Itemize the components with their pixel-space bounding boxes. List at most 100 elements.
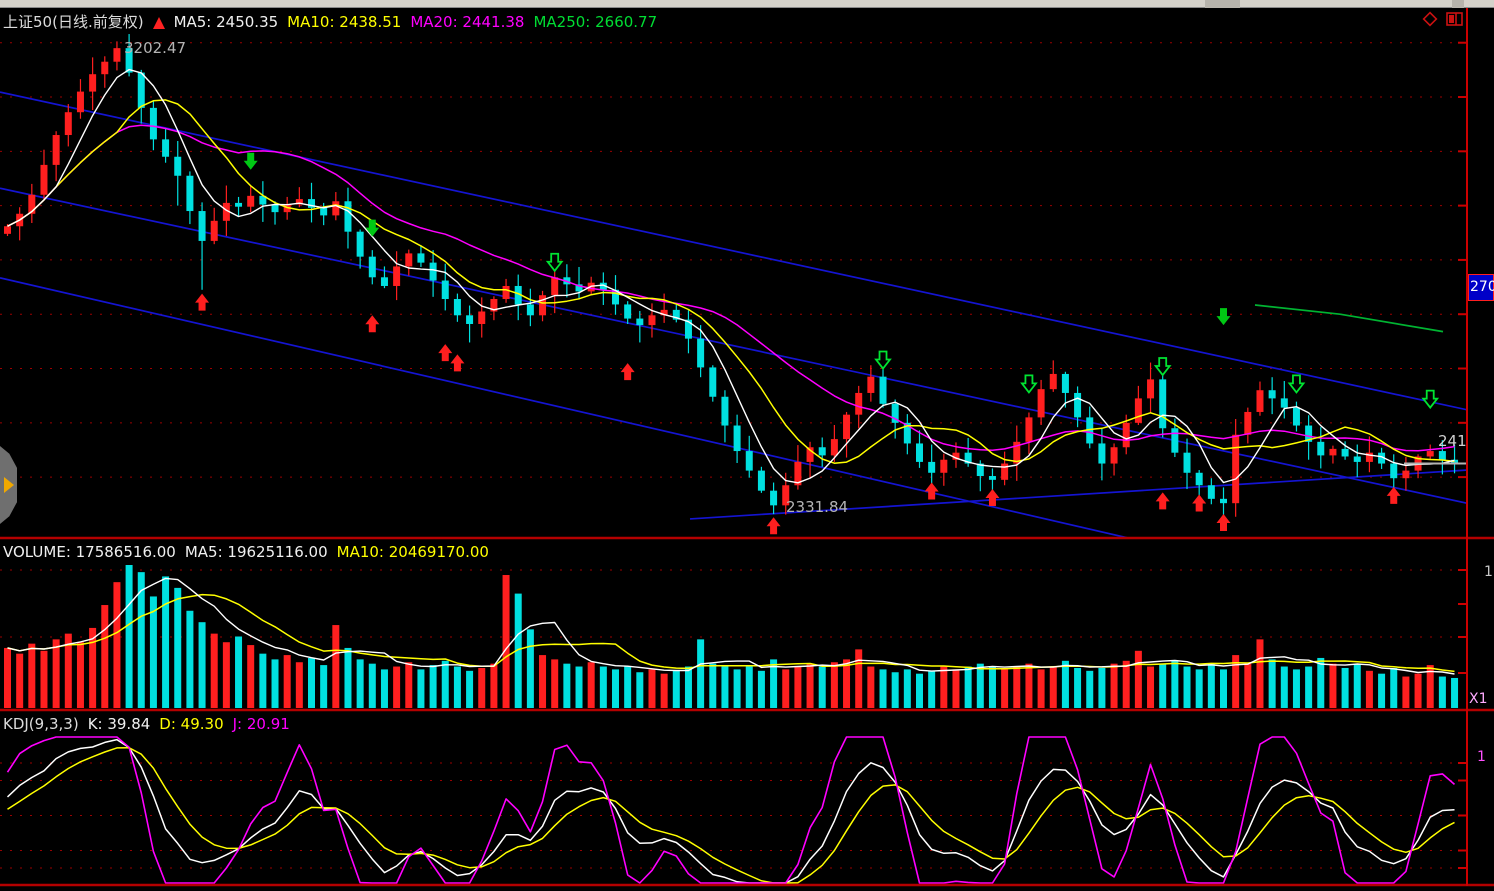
candle-body	[381, 277, 388, 286]
volume-ma5-value: MA5: 19625116.00	[185, 543, 328, 561]
kdj-k-line	[8, 740, 1455, 883]
volume-bar	[417, 669, 424, 708]
volume-bar	[1208, 664, 1215, 708]
candle-body	[393, 266, 400, 286]
candle-body	[867, 377, 874, 393]
candle-body	[1123, 423, 1130, 447]
volume-bar	[734, 669, 741, 708]
candle-body	[709, 367, 716, 396]
ma10-value: MA10: 2438.51	[287, 13, 401, 31]
candle-body	[344, 201, 351, 231]
candle-body	[551, 277, 558, 295]
volume-bar	[746, 667, 753, 708]
volume-bar	[186, 611, 193, 708]
candle-body	[417, 253, 424, 262]
buy-arrow	[1387, 487, 1401, 504]
candle-body	[1184, 453, 1191, 473]
candle-body	[53, 135, 60, 165]
split-window-icon[interactable]	[1445, 10, 1465, 28]
main-chart-header: 上证50(日线.前复权)MA5: 2450.35MA10: 2438.51MA2…	[3, 11, 666, 32]
volume-bar	[1159, 664, 1166, 708]
volume-bar	[1256, 639, 1263, 708]
volume-bar	[16, 654, 23, 708]
candle-body	[636, 319, 643, 326]
candle-body	[113, 48, 120, 62]
candle-body	[369, 257, 376, 278]
volume-bar	[892, 672, 899, 708]
strip-notch	[1452, 0, 1464, 8]
candle-body	[1342, 449, 1349, 457]
volume-bar	[782, 669, 789, 708]
last-price-label: 241	[1438, 432, 1467, 450]
candle-body	[1159, 379, 1166, 428]
buy-arrow	[438, 344, 452, 361]
candle-body	[721, 397, 728, 426]
candle-body	[758, 471, 765, 491]
sell-arrow-hollow	[1289, 375, 1303, 392]
candle-body	[527, 304, 534, 315]
volume-bar	[357, 659, 364, 708]
candle-body	[539, 295, 546, 315]
buy-arrow	[450, 354, 464, 371]
kdj-k-value: K: 39.84	[88, 715, 151, 733]
candle-body	[843, 415, 850, 439]
volume-bar	[1086, 671, 1093, 708]
volume-bar	[53, 639, 60, 708]
volume-bar	[940, 667, 947, 708]
volume-bar	[320, 665, 327, 708]
expand-right-icon	[4, 477, 14, 493]
volume-panel-header: VOLUME: 17586516.00MA5: 19625116.00MA10:…	[3, 543, 498, 561]
price-axis-badge: 270	[1468, 274, 1494, 301]
volume-bar	[1451, 678, 1458, 708]
volume-bar	[1220, 669, 1227, 708]
candle-body	[880, 377, 887, 404]
strip-notch	[1205, 0, 1240, 8]
ma250-line	[1255, 305, 1443, 332]
candle-body	[1402, 471, 1409, 479]
volume-bar	[40, 651, 47, 708]
volume-axis-top-label: 1	[1484, 564, 1493, 580]
volume-bar	[1196, 669, 1203, 708]
candle-body	[1171, 428, 1178, 452]
candle-body	[1439, 451, 1446, 460]
volume-bar	[466, 671, 473, 708]
buy-arrow	[1156, 492, 1170, 509]
candle-body	[1098, 443, 1105, 463]
buy-arrow	[365, 315, 379, 332]
candle-body	[746, 451, 753, 471]
volume-bar	[1025, 664, 1032, 708]
candle-body	[770, 491, 777, 506]
ma20-value: MA20: 2441.38	[410, 13, 524, 31]
candle-body	[4, 226, 11, 234]
volume-ma10-value: MA10: 20469170.00	[337, 543, 489, 561]
candle-body	[989, 476, 996, 480]
volume-bar	[1293, 669, 1300, 708]
sell-arrow-hollow	[548, 254, 562, 271]
volume-bar	[697, 639, 704, 708]
volume-bar	[977, 664, 984, 708]
kdj-name: KDJ(9,3,3)	[3, 715, 79, 733]
candle-body	[831, 439, 838, 455]
diamond-marker-icon[interactable]	[1421, 10, 1439, 28]
volume-bar	[1329, 664, 1336, 708]
volume-bar	[636, 672, 643, 708]
volume-bar	[162, 576, 169, 708]
buy-arrow	[767, 517, 781, 534]
volume-bar	[612, 669, 619, 708]
volume-bar	[600, 667, 607, 708]
ma10-line	[8, 100, 1455, 463]
candle-body	[1135, 398, 1142, 422]
buy-arrow	[925, 483, 939, 500]
volume-bar	[235, 637, 242, 709]
volume-bar	[308, 658, 315, 708]
volume-bar	[904, 669, 911, 708]
volume-bar	[539, 655, 546, 708]
volume-bar	[1038, 669, 1045, 708]
buy-arrow	[985, 489, 999, 506]
ma5-value: MA5: 2450.35	[174, 13, 279, 31]
sell-arrow-hollow	[1022, 375, 1036, 392]
ma20-line	[8, 125, 1455, 450]
buy-arrow	[1192, 494, 1206, 511]
candle-body	[1281, 398, 1288, 407]
volume-bar	[880, 669, 887, 708]
